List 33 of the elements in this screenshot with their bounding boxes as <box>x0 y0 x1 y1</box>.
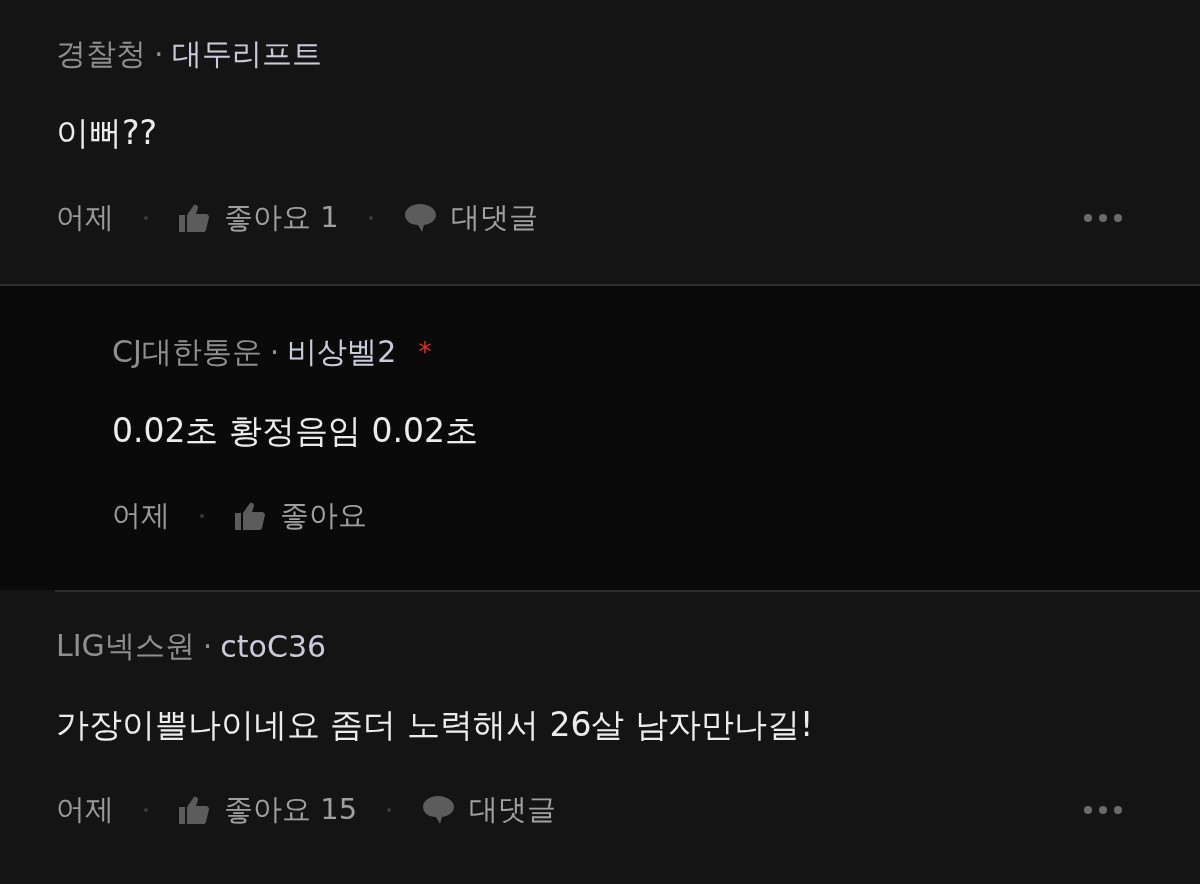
separator-dot <box>200 514 204 518</box>
reply-button[interactable]: 대댓글 <box>402 198 538 238</box>
separator-dot <box>368 216 373 220</box>
separator-dot <box>144 216 148 220</box>
thumbs-up-icon <box>178 203 210 233</box>
thumbs-up-icon <box>234 501 266 531</box>
speech-bubble-icon <box>402 202 437 234</box>
separator-dot <box>387 808 392 812</box>
company-name: 경찰청 <box>56 34 146 73</box>
timestamp: 어제 <box>112 497 170 534</box>
separator-dot: · <box>154 36 164 72</box>
separator-dot <box>144 808 148 812</box>
comment-text: 이뻐?? <box>56 111 159 154</box>
thumbs-up-icon <box>178 795 210 825</box>
reply-button[interactable]: 대댓글 <box>421 790 557 830</box>
like-button[interactable]: 좋아요 <box>234 496 367 536</box>
like-button[interactable]: 좋아요 1 <box>178 198 339 238</box>
company-name: LIG넥스원 <box>56 626 195 665</box>
comment-text: 0.02초 황정음임 0.02초 <box>112 409 479 452</box>
speech-bubble-icon <box>421 794 456 826</box>
company-name: CJ대한통운 <box>112 332 262 371</box>
author-asterisk: * <box>418 337 432 367</box>
timestamp: 어제 <box>56 791 114 828</box>
timestamp: 어제 <box>56 199 114 236</box>
nickname: 대두리프트 <box>171 34 322 73</box>
separator-dot: · <box>202 628 213 664</box>
separator-dot: · <box>269 334 280 370</box>
nickname: 비상벨2 <box>287 332 397 371</box>
like-button[interactable]: 좋아요 15 <box>178 790 358 830</box>
nickname: ctoC36 <box>220 628 327 664</box>
more-options-button[interactable] <box>1084 214 1122 222</box>
comment-text: 가장이쁠나이네요 좀더 노력해서 26살 남자만나길! <box>56 703 815 746</box>
more-options-button[interactable] <box>1084 806 1122 814</box>
